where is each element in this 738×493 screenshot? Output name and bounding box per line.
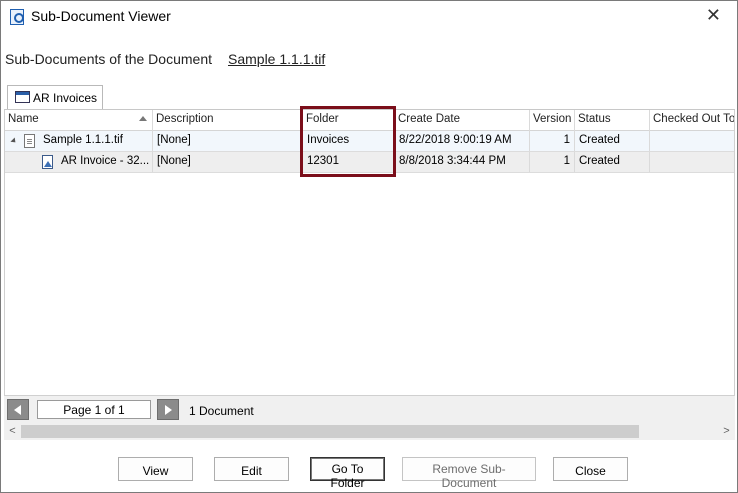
cell-checked-out-to (650, 152, 734, 172)
cell-description: [None] (153, 152, 303, 172)
document-link[interactable]: Sample 1.1.1.tif (228, 51, 325, 67)
view-button[interactable]: View (118, 457, 193, 481)
tab-label: AR Invoices (33, 91, 98, 105)
image-document-icon (42, 155, 53, 169)
tab-ar-invoices[interactable]: AR Invoices (7, 85, 103, 110)
edit-button[interactable]: Edit (214, 457, 289, 481)
document-count: 1 Document (189, 404, 254, 418)
pager: Page 1 of 1 1 Document (4, 395, 735, 423)
sort-ascending-icon (139, 116, 147, 121)
cell-status: Created (575, 152, 650, 172)
go-to-folder-button[interactable]: Go To Folder (310, 457, 385, 490)
cell-name: AR Invoice - 32... (57, 152, 153, 172)
page-indicator: Page 1 of 1 (37, 400, 151, 419)
cell-version: 1 (530, 152, 575, 172)
previous-page-button[interactable] (7, 399, 29, 420)
column-header-label: Name (8, 113, 39, 125)
cell-create-date: 8/8/2018 3:34:44 PM (395, 152, 530, 172)
close-icon[interactable]: ✕ (706, 5, 721, 25)
column-header-description[interactable]: Description (153, 110, 303, 131)
app-icon (10, 9, 24, 25)
next-page-button[interactable] (157, 399, 179, 420)
close-button[interactable]: Close (553, 457, 628, 481)
document-icon (24, 134, 35, 148)
cell-version: 1 (530, 131, 575, 151)
scrollbar-thumb[interactable] (21, 425, 639, 438)
scroll-right-icon[interactable]: > (718, 423, 735, 440)
cell-name: Sample 1.1.1.tif (39, 131, 153, 151)
window-title: Sub-Document Viewer (31, 8, 171, 24)
title-bar: Sub-Document Viewer ✕ (1, 1, 737, 32)
cell-checked-out-to (650, 131, 734, 151)
column-header-create-date[interactable]: Create Date (395, 110, 530, 131)
sub-document-viewer-window: Sub-Document Viewer ✕ Sub-Documents of t… (0, 0, 738, 493)
folder-column-highlight (300, 106, 396, 177)
column-header-checked-out-to[interactable]: Checked Out To (650, 110, 734, 131)
horizontal-scrollbar[interactable]: < > (4, 423, 735, 440)
cell-description: [None] (153, 131, 303, 151)
cell-status: Created (575, 131, 650, 151)
column-header-name[interactable]: Name (5, 110, 153, 131)
scroll-left-icon[interactable]: < (4, 423, 21, 440)
window-icon (15, 91, 30, 103)
cell-create-date: 8/22/2018 9:00:19 AM (395, 131, 530, 151)
column-header-version[interactable]: Version (530, 110, 575, 131)
collapse-icon[interactable] (10, 137, 18, 145)
remove-sub-document-button[interactable]: Remove Sub-Document (402, 457, 536, 490)
column-header-status[interactable]: Status (575, 110, 650, 131)
header-label: Sub-Documents of the Document (5, 51, 212, 67)
